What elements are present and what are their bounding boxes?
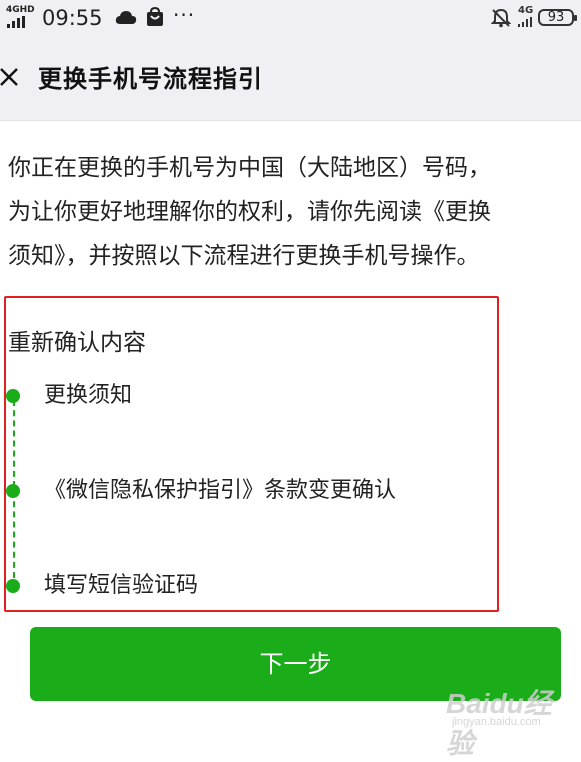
step-item: 更换须知 [0,379,500,413]
step-dot-icon [6,389,20,403]
step-label: 更换须知 [44,383,133,408]
more-icon: ··· [173,3,196,27]
shopping-bag-icon [147,7,163,26]
step-item: 填写短信验证码 [0,569,500,603]
intro-line: 你正在更换的手机号为中国（大陆地区）号码， [8,155,491,181]
watermark-url: jingyan.baidu.com [452,716,541,728]
network-type-secondary: 4G [518,5,534,16]
status-time: 09:55 [42,6,103,30]
step-label: 《微信隐私保护指引》条款变更确认 [44,478,397,503]
bell-muted-icon [491,8,511,28]
intro-paragraph: 你正在更换的手机号为中国（大陆地区）号码， 为让你更好地理解你的权利，请你先阅读… [8,146,578,278]
nav-bar: 更换手机号流程指引 [0,36,581,121]
signal-icon [518,17,532,27]
close-icon[interactable] [0,68,20,88]
battery-icon: 93 [538,9,577,26]
network-type: 4GHD [6,5,35,15]
step-label: 填写短信验证码 [44,573,199,598]
intro-line: 为让你更好地理解你的权利，请你先阅读《更换 [8,199,491,225]
step-dot-icon [6,484,20,498]
step-item: 《微信隐私保护指引》条款变更确认 [0,474,500,508]
intro-line: 须知》，并按照以下流程进行更换手机号操作。 [8,243,480,269]
signal-icon [7,16,27,28]
status-bar: 4GHD 09:55 ··· 4G 93 [0,0,581,36]
baidu-watermark: Baidu经验 jingyan.baidu.com [446,680,556,759]
cloud-icon [115,11,137,24]
step-dot-icon [6,579,20,593]
section-title: 重新确认内容 [8,330,146,356]
page-title: 更换手机号流程指引 [38,65,263,93]
